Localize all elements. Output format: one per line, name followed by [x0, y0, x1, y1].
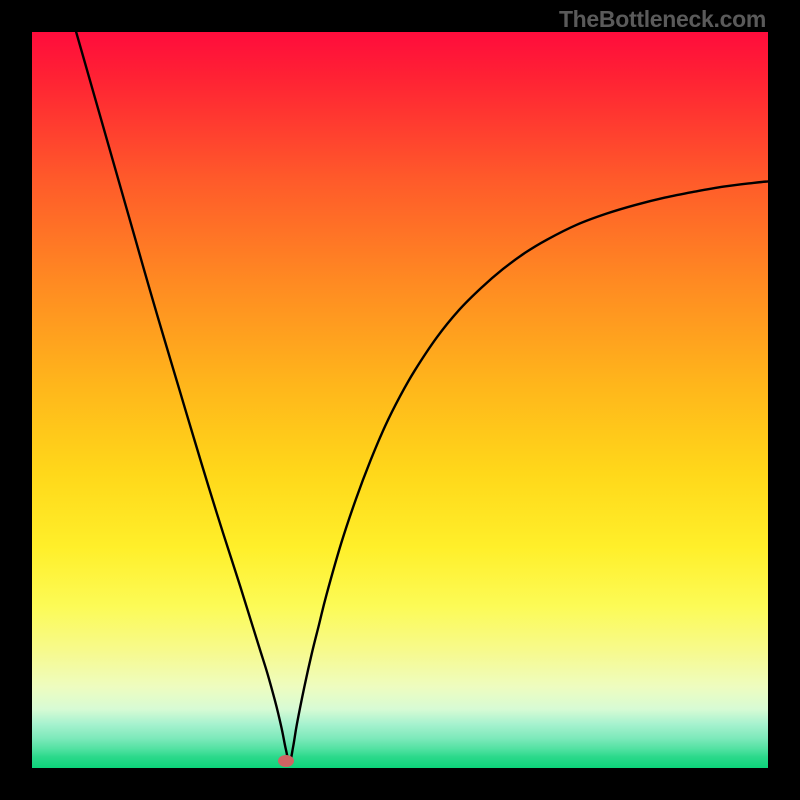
- chart-frame: TheBottleneck.com: [0, 0, 800, 800]
- bottleneck-curve: [76, 32, 768, 762]
- watermark-text: TheBottleneck.com: [559, 6, 766, 33]
- curve-svg: [32, 32, 768, 768]
- optimum-marker: [278, 755, 294, 767]
- plot-area: [32, 32, 768, 768]
